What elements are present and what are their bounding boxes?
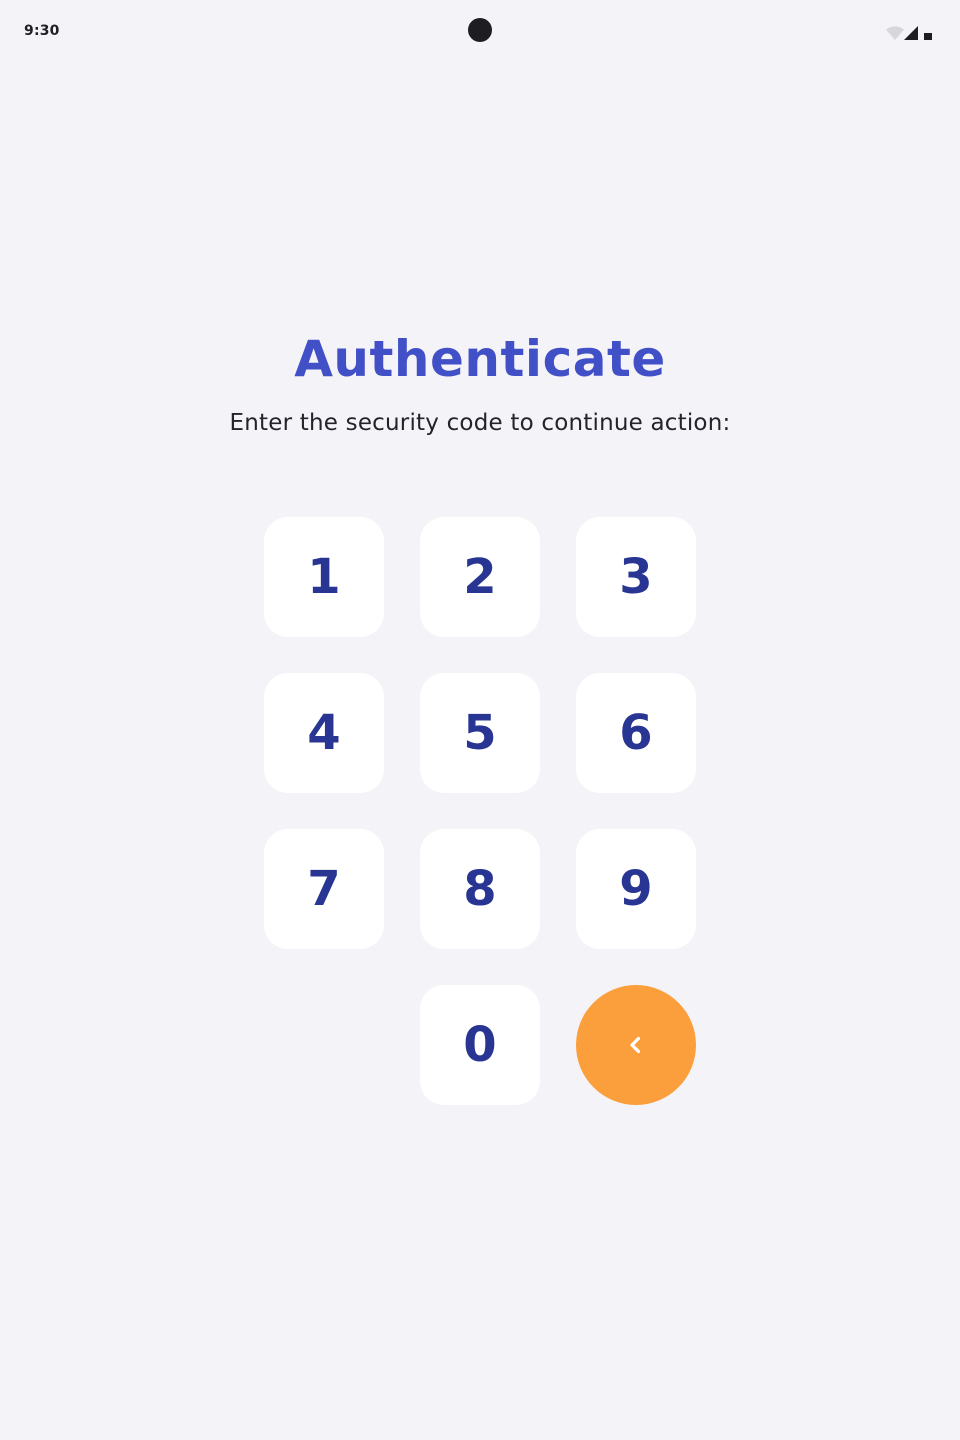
key-3[interactable]: 3 — [576, 517, 696, 637]
page-title: Authenticate — [294, 330, 666, 388]
signal-icon — [904, 26, 918, 40]
chevron-left-icon — [630, 1036, 641, 1054]
battery-icon — [924, 33, 932, 40]
key-9[interactable]: 9 — [576, 829, 696, 949]
authenticate-screen: 9:30 Authenticate Enter the security cod… — [0, 0, 960, 1440]
pin-keypad: 1 2 3 4 5 6 7 8 9 0 — [264, 517, 696, 1105]
key-5[interactable]: 5 — [420, 673, 540, 793]
page-subtitle: Enter the security code to continue acti… — [229, 410, 731, 436]
status-bar: 9:30 — [0, 0, 960, 64]
status-icons — [886, 26, 938, 42]
key-4[interactable]: 4 — [264, 673, 384, 793]
backspace-button[interactable] — [576, 985, 696, 1105]
key-1[interactable]: 1 — [264, 517, 384, 637]
key-8[interactable]: 8 — [420, 829, 540, 949]
wifi-icon — [886, 26, 904, 40]
key-6[interactable]: 6 — [576, 673, 696, 793]
key-0[interactable]: 0 — [420, 985, 540, 1105]
key-2[interactable]: 2 — [420, 517, 540, 637]
camera-cutout — [468, 18, 492, 42]
key-7[interactable]: 7 — [264, 829, 384, 949]
status-time: 9:30 — [24, 23, 60, 39]
